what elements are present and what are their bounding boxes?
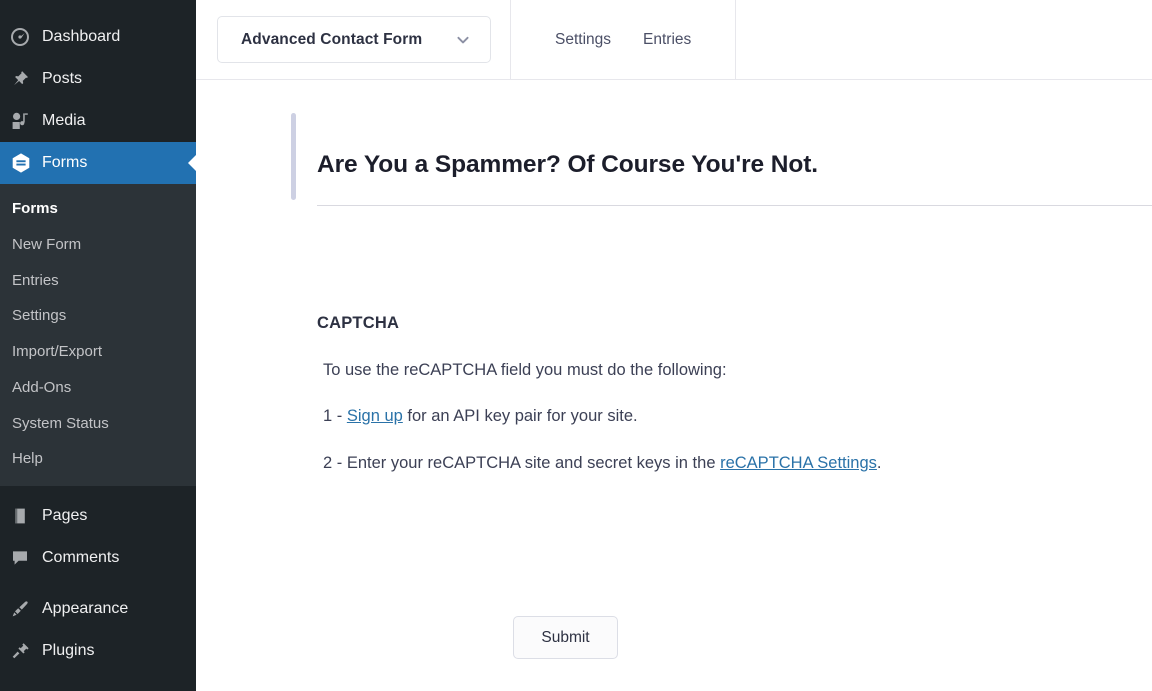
captcha-step-1: 1 - Sign up for an API key pair for your…: [317, 408, 1152, 425]
submenu-item-system-status[interactable]: System Status: [0, 406, 196, 442]
sidebar-item-dashboard[interactable]: Dashboard: [0, 16, 196, 58]
form-switcher-label: Advanced Contact Form: [241, 30, 423, 48]
form-title-divider: [317, 205, 1152, 206]
sidebar-item-appearance[interactable]: Appearance: [0, 588, 196, 630]
plugins-icon: [10, 641, 40, 661]
forms-icon: [10, 152, 40, 174]
comments-icon: [10, 548, 40, 568]
form-editor-header: Advanced Contact Form Settings Entries: [196, 0, 1152, 80]
sidebar-item-label: Forms: [42, 154, 88, 171]
submit-button[interactable]: Submit: [513, 616, 618, 659]
sign-up-link[interactable]: Sign up: [347, 407, 403, 425]
appearance-icon: [10, 599, 40, 619]
form-field-captcha[interactable]: CAPTCHA To use the reCAPTCHA field you m…: [317, 315, 1152, 471]
submenu-item-help[interactable]: Help: [0, 441, 196, 477]
sidebar-item-label: Pages: [42, 507, 88, 524]
dashboard-icon: [10, 27, 40, 47]
pages-icon: [10, 506, 40, 526]
form-canvas: Are You a Spammer? Of Course You're Not.…: [196, 80, 1152, 691]
field-selection-accent-bar: [291, 113, 296, 200]
tab-entries[interactable]: Entries: [627, 32, 707, 48]
form-editor-tabs: Settings Entries: [510, 0, 737, 80]
sidebar-separator: [0, 486, 196, 495]
sidebar-top-spacer: [0, 0, 196, 16]
captcha-step-2-suffix: .: [876, 453, 882, 472]
form-title-heading: Are You a Spammer? Of Course You're Not.: [317, 151, 819, 178]
sidebar-item-label: Comments: [42, 549, 120, 566]
sidebar-item-label: Posts: [42, 70, 83, 87]
captcha-step-1-suffix: for an API key pair for your site.: [402, 407, 638, 425]
sidebar-item-label: Dashboard: [42, 28, 121, 45]
chevron-down-icon: [453, 30, 473, 50]
captcha-step-1-prefix: 1 -: [323, 407, 347, 425]
form-switcher-dropdown[interactable]: Advanced Contact Form: [217, 16, 491, 63]
form-field-title[interactable]: Are You a Spammer? Of Course You're Not.: [291, 113, 1152, 206]
tab-settings[interactable]: Settings: [539, 32, 627, 48]
admin-page: Dashboard Posts Media Forms Forms New Fo…: [0, 0, 1152, 691]
media-icon: [10, 111, 40, 131]
admin-sidebar: Dashboard Posts Media Forms Forms New Fo…: [0, 0, 196, 691]
captcha-step-2-prefix: 2 - Enter your reCAPTCHA site and secret…: [323, 453, 721, 472]
sidebar-item-media[interactable]: Media: [0, 100, 196, 142]
pin-icon: [10, 69, 40, 89]
forms-submenu: Forms New Form Entries Settings Import/E…: [0, 184, 196, 486]
sidebar-item-posts[interactable]: Posts: [0, 58, 196, 100]
captcha-step-2: 2 - Enter your reCAPTCHA site and secret…: [317, 453, 1152, 472]
sidebar-item-label: Appearance: [42, 600, 129, 617]
submenu-item-add-ons[interactable]: Add-Ons: [0, 370, 196, 406]
sidebar-item-comments[interactable]: Comments: [0, 537, 196, 579]
submenu-item-settings[interactable]: Settings: [0, 298, 196, 334]
sidebar-item-plugins[interactable]: Plugins: [0, 630, 196, 672]
sidebar-item-forms[interactable]: Forms: [0, 142, 196, 184]
captcha-instructions: To use the reCAPTCHA field you must do t…: [317, 360, 1152, 472]
sidebar-item-pages[interactable]: Pages: [0, 495, 196, 537]
form-editor-main: Advanced Contact Form Settings Entries A…: [196, 0, 1152, 691]
sidebar-item-label: Plugins: [42, 642, 95, 659]
submenu-item-import-export[interactable]: Import/Export: [0, 334, 196, 370]
sidebar-separator-2: [0, 579, 196, 588]
submenu-item-forms[interactable]: Forms: [0, 191, 196, 227]
sidebar-item-label: Media: [42, 112, 86, 129]
submenu-item-new-form[interactable]: New Form: [0, 227, 196, 263]
captcha-field-label: CAPTCHA: [317, 314, 400, 332]
recaptcha-settings-link[interactable]: reCAPTCHA Settings: [720, 454, 877, 472]
submenu-item-entries[interactable]: Entries: [0, 263, 196, 299]
captcha-intro-line: To use the reCAPTCHA field you must do t…: [323, 360, 727, 379]
